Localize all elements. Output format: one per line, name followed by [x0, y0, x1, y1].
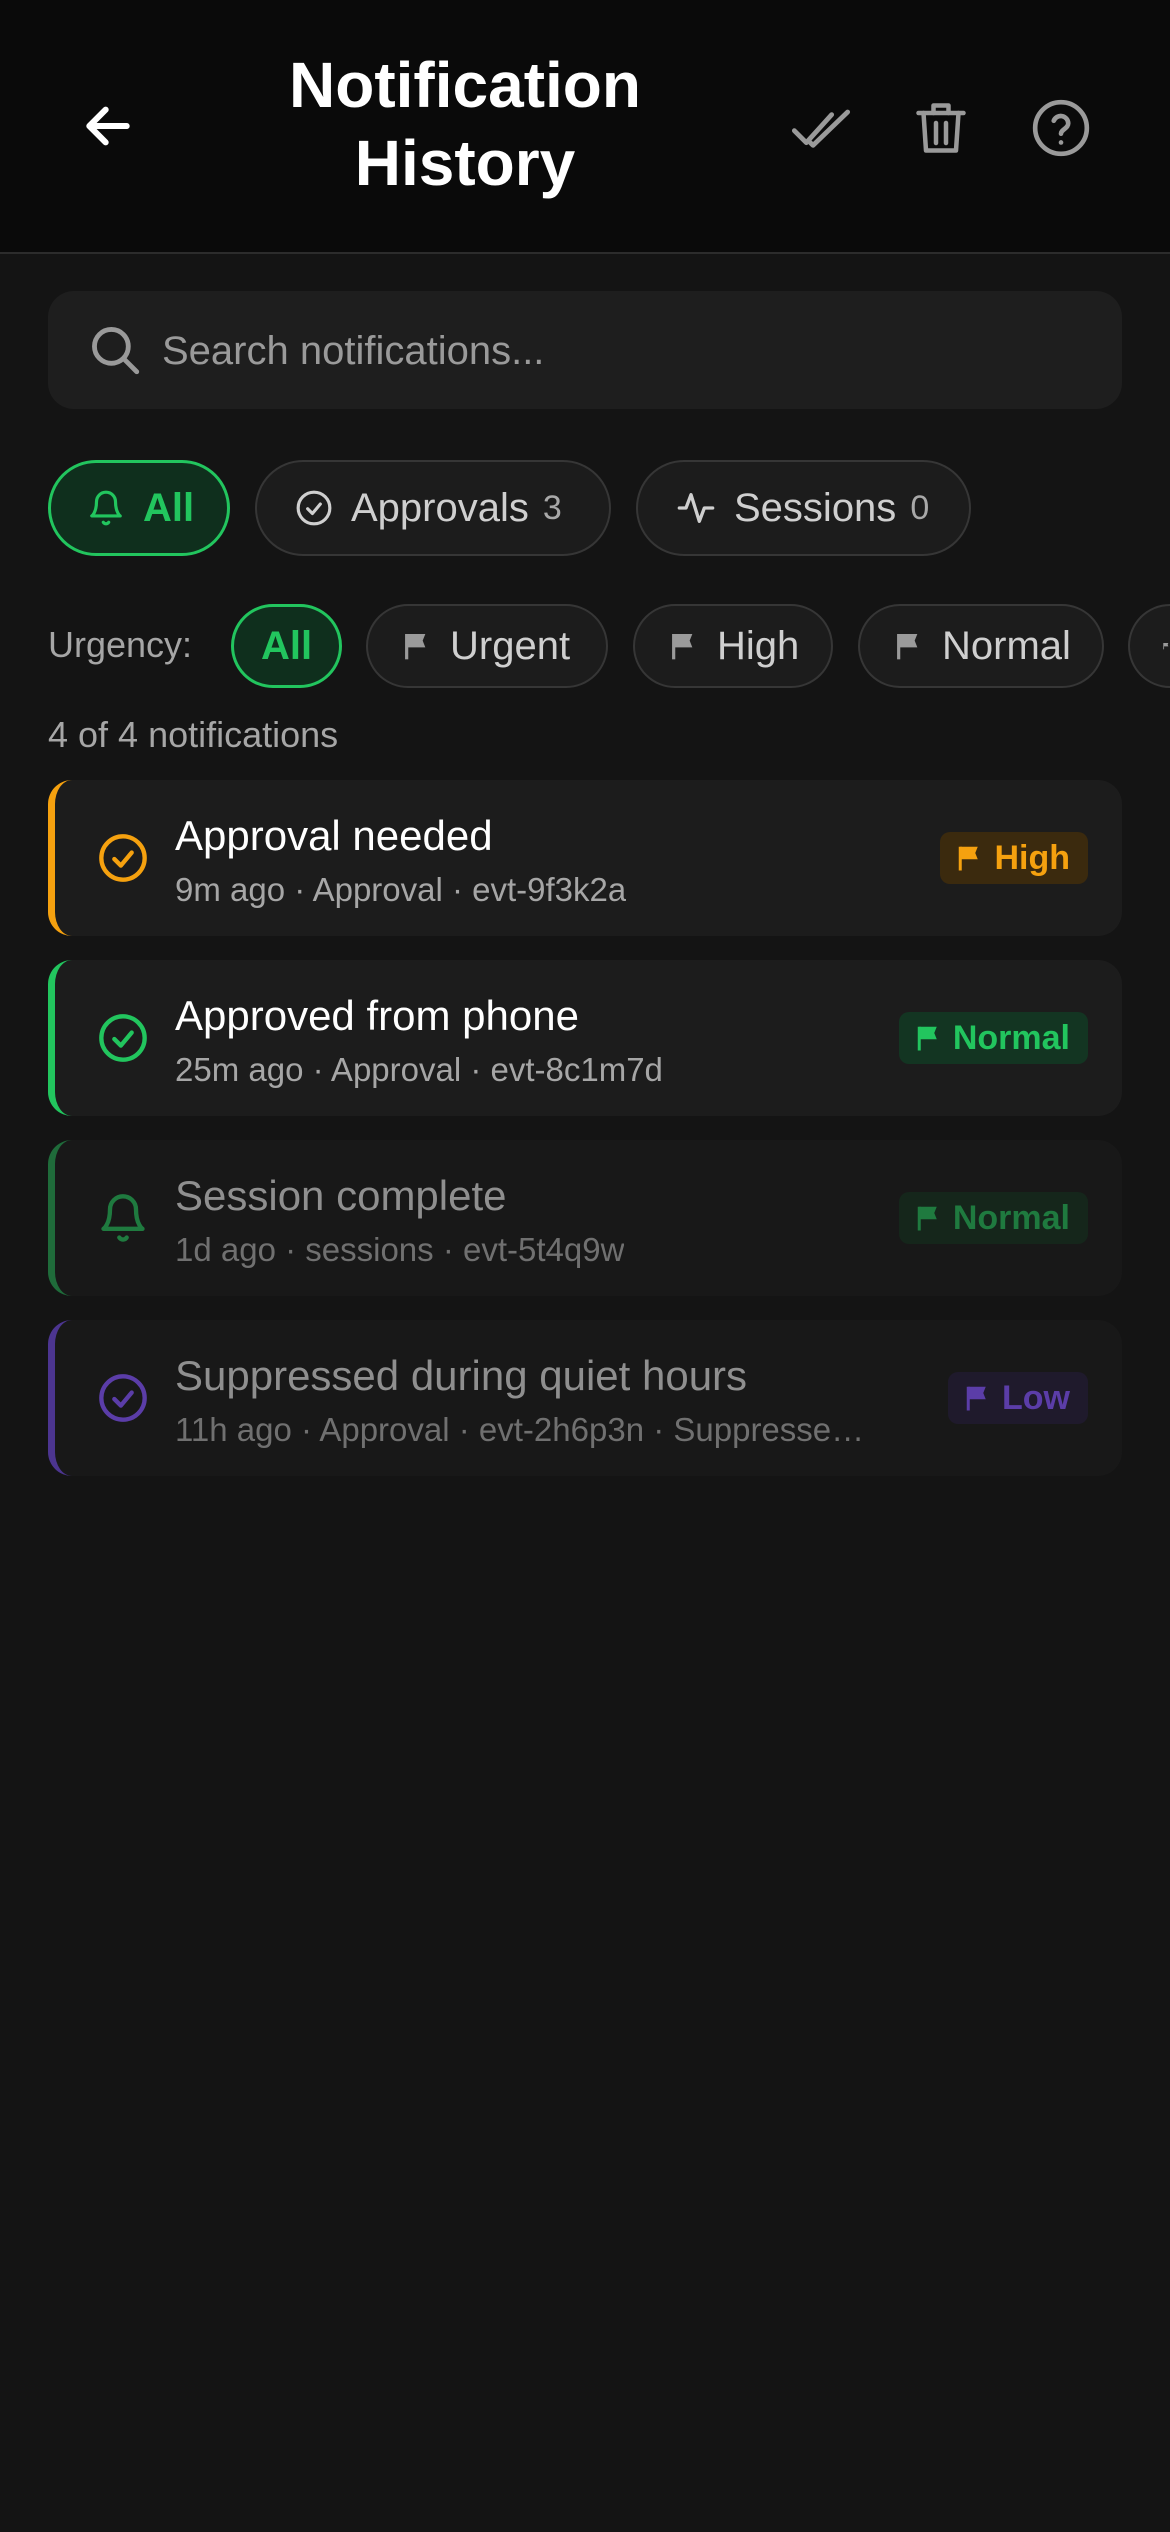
- app-header: Notification History: [0, 0, 1170, 254]
- check-circle-icon: [296, 490, 332, 526]
- double-check-icon: [791, 109, 851, 148]
- notification-card[interactable]: Session complete 1d ago · sessions · evt…: [48, 1140, 1122, 1296]
- check-circle-icon: [99, 834, 147, 882]
- bell-icon: [101, 1194, 145, 1242]
- chip-label: All: [260, 623, 313, 668]
- bell-icon: [90, 490, 122, 526]
- notification-card[interactable]: Approval needed 9m ago · Approval · evt-…: [48, 780, 1122, 936]
- notification-meta: 11h ago · Approval · evt-2h6p3n · Suppre…: [175, 1411, 880, 1448]
- check-circle-icon: [99, 1374, 147, 1422]
- badge-label: Normal: [952, 1018, 1070, 1057]
- badge-label: High: [994, 838, 1070, 877]
- urgency-chip-urgent[interactable]: Urgent: [366, 604, 608, 688]
- flag-icon: [1163, 643, 1169, 650]
- notification-card[interactable]: Suppressed during quiet hours 11h ago · …: [48, 1320, 1122, 1476]
- urgency-badge: Normal: [898, 1192, 1088, 1244]
- flag-icon: [917, 1206, 937, 1231]
- page-title: Notification History: [289, 49, 641, 199]
- notification-meta: 9m ago · Approval · evt-9f3k2a: [175, 871, 627, 908]
- notification-title: Approval needed: [175, 812, 493, 859]
- urgency-chip-high[interactable]: High: [633, 604, 833, 688]
- notification-meta: 1d ago · sessions · evt-5t4q9w: [175, 1231, 625, 1268]
- mark-all-read-button[interactable]: [781, 88, 861, 168]
- urgency-badge: Low: [948, 1372, 1088, 1424]
- help-icon: [1032, 99, 1090, 157]
- badge-label: Low: [1002, 1378, 1070, 1417]
- tab-count: 0: [910, 488, 930, 527]
- notification-title: Approved from phone: [175, 992, 579, 1039]
- search-input[interactable]: [160, 291, 1064, 411]
- notification-title: Suppressed during quiet hours: [175, 1352, 748, 1399]
- flag-icon: [897, 634, 918, 660]
- help-button[interactable]: [1021, 88, 1101, 168]
- notification-card[interactable]: Approved from phone 25m ago · Approval ·…: [48, 960, 1122, 1116]
- tab-all[interactable]: All: [48, 460, 230, 556]
- urgency-chip-low[interactable]: [1128, 604, 1170, 688]
- tab-sessions[interactable]: Sessions 0: [636, 460, 971, 556]
- chip-label: Urgent: [450, 623, 571, 668]
- flag-icon: [959, 846, 979, 871]
- tab-approvals[interactable]: Approvals 3: [255, 460, 611, 556]
- tab-count: 3: [542, 488, 562, 527]
- tab-label: Approvals: [351, 485, 529, 530]
- trash-icon: [916, 103, 966, 153]
- badge-label: Normal: [952, 1198, 1070, 1237]
- tab-label: Sessions: [734, 485, 897, 530]
- search-icon: [92, 327, 140, 375]
- flag-icon: [966, 1386, 986, 1411]
- back-arrow-icon: [86, 106, 130, 146]
- notification-meta: 25m ago · Approval · evt-8c1m7d: [175, 1051, 663, 1088]
- urgency-badge: Normal: [898, 1012, 1088, 1064]
- tab-label: All: [143, 485, 195, 530]
- activity-icon: [677, 493, 715, 523]
- search-bar: [48, 291, 1122, 411]
- clear-all-button[interactable]: [901, 88, 981, 168]
- flag-icon: [672, 634, 693, 660]
- chip-label: High: [717, 623, 800, 668]
- urgency-chip-all[interactable]: All: [231, 604, 342, 688]
- urgency-chip-normal[interactable]: Normal: [858, 604, 1104, 688]
- urgency-badge: High: [940, 832, 1088, 884]
- flag-icon: [917, 1026, 937, 1051]
- flag-icon: [405, 634, 426, 660]
- urgency-label: Urgency:: [48, 624, 193, 665]
- back-button[interactable]: [68, 88, 148, 164]
- check-circle-icon: [99, 1014, 147, 1062]
- notification-title: Session complete: [175, 1172, 507, 1219]
- chip-label: Normal: [942, 623, 1071, 668]
- result-count: 4 of 4 notifications: [48, 714, 339, 755]
